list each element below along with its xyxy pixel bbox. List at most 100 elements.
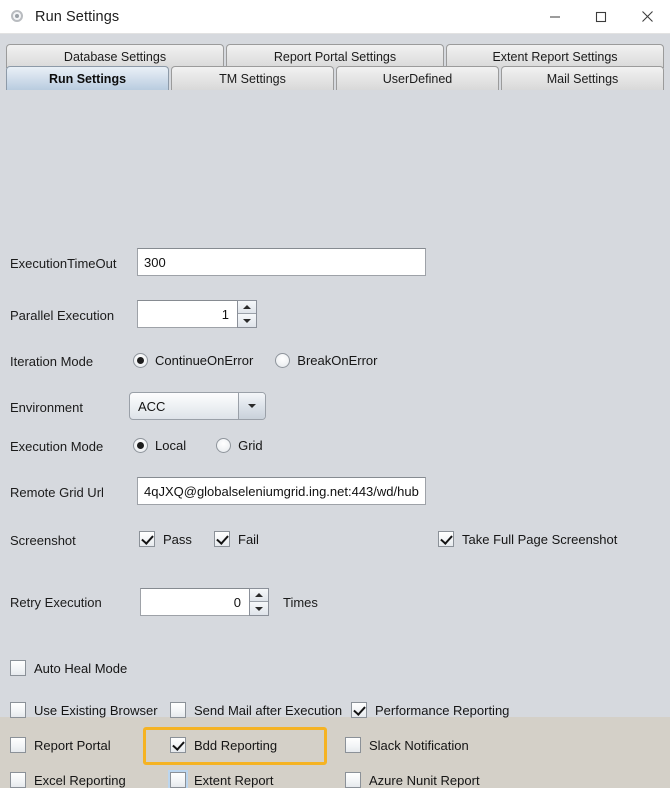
- checkbox-take-full-page-screenshot[interactable]: Take Full Page Screenshot: [438, 531, 617, 547]
- tab-row-1: Database Settings Report Portal Settings…: [6, 44, 664, 68]
- maximize-icon: [595, 11, 607, 22]
- checkbox-auto-heal-mode[interactable]: Auto Heal Mode: [10, 660, 127, 676]
- checkbox-bdd-reporting[interactable]: Bdd Reporting: [170, 737, 277, 753]
- close-button[interactable]: [624, 0, 670, 33]
- checkbox-send-mail-after-execution-box[interactable]: [170, 702, 186, 718]
- radio-continue-on-error[interactable]: ContinueOnError: [133, 353, 253, 368]
- parallel-execution-label: Parallel Execution: [10, 308, 115, 323]
- checkbox-send-mail-after-execution[interactable]: Send Mail after Execution: [170, 702, 342, 718]
- checkbox-screenshot-fail-box[interactable]: [214, 531, 230, 547]
- tab-userdefined[interactable]: UserDefined: [336, 66, 499, 90]
- screenshot-label: Screenshot: [10, 533, 76, 548]
- checkbox-bdd-reporting-label: Bdd Reporting: [194, 737, 278, 753]
- parallel-execution-stepper[interactable]: 1: [137, 300, 257, 328]
- iteration-mode-radio-group: ContinueOnError BreakOnError: [133, 353, 399, 368]
- retry-execution-spin-buttons[interactable]: [249, 588, 269, 616]
- retry-execution-suffix: Times: [283, 595, 318, 610]
- checkbox-azure-nunit-report-box[interactable]: [345, 772, 361, 788]
- remote-grid-url-input[interactable]: 4qJXQ@globalseleniumgrid.ing.net:443/wd/…: [137, 477, 426, 505]
- checkbox-send-mail-after-execution-label: Send Mail after Execution: [194, 702, 343, 718]
- parallel-execution-spin-buttons[interactable]: [237, 300, 257, 328]
- radio-break-on-error[interactable]: BreakOnError: [275, 353, 377, 368]
- radio-break-on-error-label: BreakOnError: [297, 353, 378, 368]
- execution-mode-label: Execution Mode: [10, 439, 104, 454]
- retry-execution-decrement-button[interactable]: [250, 602, 268, 615]
- parallel-execution-input[interactable]: 1: [137, 300, 237, 328]
- checkbox-azure-nunit-report[interactable]: Azure Nunit Report: [345, 772, 480, 788]
- run-settings-window: Run Settings Database Settings Report Po…: [0, 0, 670, 788]
- checkbox-screenshot-pass[interactable]: Pass: [139, 531, 192, 547]
- tab-report-portal-settings[interactable]: Report Portal Settings: [226, 44, 444, 68]
- tab-row-2: Run Settings TM Settings UserDefined Mai…: [6, 66, 664, 90]
- window-title: Run Settings: [35, 8, 120, 25]
- title-bar: Run Settings: [0, 0, 670, 34]
- radio-local-indicator[interactable]: [133, 438, 148, 453]
- checkbox-extent-report-box[interactable]: [170, 772, 186, 788]
- checkbox-report-portal-label: Report Portal: [34, 737, 111, 753]
- checkbox-use-existing-browser[interactable]: Use Existing Browser: [10, 702, 158, 718]
- radio-local-label: Local: [155, 438, 187, 453]
- radio-break-on-error-indicator[interactable]: [275, 353, 291, 368]
- checkbox-take-full-page-screenshot-box[interactable]: [438, 531, 454, 547]
- environment-selected-value: ACC: [138, 398, 166, 414]
- environment-dropdown-button[interactable]: [238, 393, 265, 419]
- checkbox-extent-report[interactable]: Extent Report: [170, 772, 274, 788]
- checkbox-auto-heal-mode-box[interactable]: [10, 660, 26, 676]
- settings-panel: ExecutionTimeOut 300 Parallel Execution …: [0, 89, 670, 788]
- environment-label: Environment: [10, 400, 83, 415]
- window-controls: [532, 0, 670, 33]
- checkbox-take-full-page-screenshot-label: Take Full Page Screenshot: [462, 531, 618, 547]
- checkbox-excel-reporting-box[interactable]: [10, 772, 26, 788]
- checkbox-use-existing-browser-label: Use Existing Browser: [34, 702, 158, 718]
- caret-down-icon: [255, 606, 263, 611]
- remote-grid-url-label: Remote Grid Url: [10, 485, 104, 500]
- minimize-button[interactable]: [532, 0, 578, 33]
- checkbox-auto-heal-mode-label: Auto Heal Mode: [34, 660, 128, 676]
- radio-local[interactable]: Local: [133, 438, 186, 453]
- tab-run-settings[interactable]: Run Settings: [6, 66, 169, 90]
- radio-continue-on-error-indicator[interactable]: [133, 353, 148, 368]
- checkbox-screenshot-fail[interactable]: Fail: [214, 531, 259, 547]
- checkbox-report-portal-box[interactable]: [10, 737, 26, 753]
- execution-timeout-label: ExecutionTimeOut: [10, 256, 117, 271]
- checkbox-excel-reporting[interactable]: Excel Reporting: [10, 772, 126, 788]
- checkbox-azure-nunit-report-label: Azure Nunit Report: [369, 772, 480, 788]
- tab-tm-settings[interactable]: TM Settings: [171, 66, 334, 90]
- maximize-button[interactable]: [578, 0, 624, 33]
- checkbox-performance-reporting[interactable]: Performance Reporting: [351, 702, 509, 718]
- tab-extent-report-settings[interactable]: Extent Report Settings: [446, 44, 664, 68]
- tab-mail-settings[interactable]: Mail Settings: [501, 66, 664, 90]
- checkbox-screenshot-pass-label: Pass: [163, 531, 192, 547]
- environment-select[interactable]: ACC: [129, 392, 266, 420]
- iteration-mode-label: Iteration Mode: [10, 354, 94, 369]
- tab-database-settings[interactable]: Database Settings: [6, 44, 224, 68]
- caret-up-icon: [243, 305, 251, 309]
- checkbox-extent-report-label: Extent Report: [194, 772, 274, 788]
- checkbox-slack-notification-box[interactable]: [345, 737, 361, 753]
- radio-grid-label: Grid: [238, 438, 263, 453]
- checkbox-slack-notification-label: Slack Notification: [369, 737, 469, 753]
- retry-execution-stepper[interactable]: 0: [140, 588, 269, 616]
- retry-execution-input[interactable]: 0: [140, 588, 249, 616]
- chevron-down-icon: [248, 404, 256, 408]
- checkbox-performance-reporting-box[interactable]: [351, 702, 367, 718]
- close-icon: [641, 11, 653, 22]
- checkbox-use-existing-browser-box[interactable]: [10, 702, 26, 718]
- checkbox-slack-notification[interactable]: Slack Notification: [345, 737, 469, 753]
- checkbox-report-portal[interactable]: Report Portal: [10, 737, 111, 753]
- caret-down-icon: [243, 318, 251, 323]
- execution-mode-radio-group: Local Grid: [133, 438, 285, 453]
- checkbox-bdd-reporting-box[interactable]: [170, 737, 186, 753]
- parallel-execution-increment-button[interactable]: [238, 301, 256, 314]
- retry-execution-label: Retry Execution: [10, 595, 102, 610]
- minimize-icon: [550, 15, 560, 18]
- checkbox-performance-reporting-label: Performance Reporting: [375, 702, 510, 718]
- retry-execution-increment-button[interactable]: [250, 589, 268, 602]
- radio-grid-indicator[interactable]: [216, 438, 232, 453]
- caret-up-icon: [255, 593, 263, 597]
- radio-grid[interactable]: Grid: [216, 438, 263, 453]
- execution-timeout-input[interactable]: 300: [137, 248, 426, 276]
- checkbox-screenshot-pass-box[interactable]: [139, 531, 155, 547]
- tab-strip: Database Settings Report Portal Settings…: [0, 34, 670, 90]
- parallel-execution-decrement-button[interactable]: [238, 314, 256, 327]
